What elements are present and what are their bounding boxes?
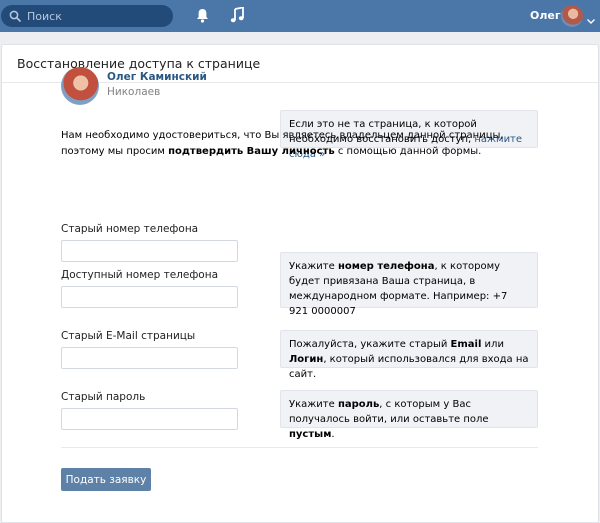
top-navigation-bar: Олег [0,0,600,32]
profile-avatar[interactable] [61,67,99,105]
password-hint-text-3: . [331,429,335,440]
current-user-name[interactable]: Олег [530,9,561,22]
chevron-down-icon[interactable] [587,14,595,27]
search-box[interactable] [1,5,173,27]
email-hint-text-1: Пожалуйста, укажите старый [289,339,451,350]
old-email-input[interactable] [61,347,238,369]
submit-request-button[interactable]: Подать заявку [61,468,151,491]
new-phone-label: Доступный номер телефона [61,269,219,281]
intro-bold: подтвердить Вашу личность [168,146,335,157]
old-password-input[interactable] [61,408,238,430]
password-hint-text-1: Укажите [289,399,338,410]
intro-text: Нам необходимо удостовериться, что Вы яв… [61,128,536,160]
search-input[interactable] [27,9,167,23]
search-icon [9,10,21,22]
intro-part-2: с помощью данной формы. [334,146,482,157]
form-divider [61,447,538,448]
password-hint: Укажите пароль, с которым у Вас получало… [280,390,538,440]
bell-icon[interactable] [196,8,209,26]
old-password-label: Старый пароль [61,391,146,403]
email-hint-bold-2: Логин [289,354,324,365]
email-hint: Пожалуйста, укажите старый Email или Лог… [280,330,538,380]
password-hint-bold-1: пароль [337,399,380,410]
password-hint-bold-2: пустым [289,429,332,440]
phone-hint-bold: номер телефона [337,261,435,272]
new-phone-input[interactable] [61,286,238,308]
email-hint-text-2: или [481,339,504,350]
current-user-avatar[interactable] [561,5,583,27]
phone-hint: Укажите номер телефона, к которому будет… [280,252,538,317]
phone-hint-text-1: Укажите [289,261,338,272]
profile-city: Николаев [107,86,161,98]
music-icon[interactable] [230,6,244,26]
profile-name[interactable]: Олег Каминский [107,71,207,83]
email-hint-bold-1: Email [450,339,482,350]
old-phone-label: Старый номер телефона [61,223,199,235]
page-title: Восстановление доступа к странице [17,56,261,71]
old-email-label: Старый E-Mail страницы [61,330,196,342]
old-phone-input[interactable] [61,240,238,262]
